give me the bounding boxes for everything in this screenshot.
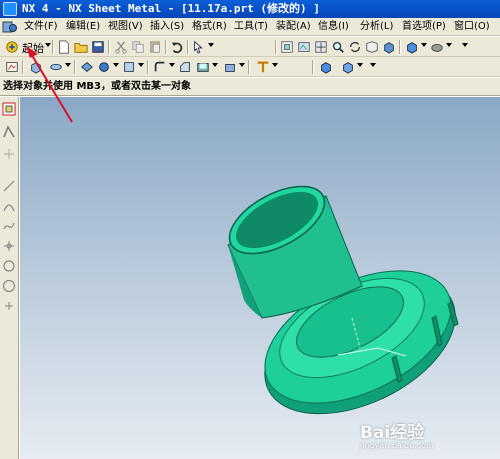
pocket-dropdown-icon[interactable] — [138, 63, 144, 67]
datum-dropdown-icon[interactable] — [272, 63, 278, 67]
orient-view-dropdown-icon[interactable] — [446, 43, 452, 47]
fit-view-icon[interactable] — [279, 39, 295, 55]
perspective-icon[interactable] — [364, 39, 380, 55]
trim-body-icon[interactable] — [222, 59, 238, 75]
trim-body-dropdown-icon[interactable] — [239, 63, 245, 67]
watermark-url: jingyan.baidu.com — [360, 441, 434, 450]
part-navigator-icon[interactable] — [2, 125, 16, 139]
menu-bar: 文件(F) 编辑(E) 视图(V) 插入(S) 格式(R) 工具(T) 装配(A… — [0, 18, 500, 36]
part-doc-icon[interactable] — [2, 20, 18, 34]
zoom-icon[interactable] — [330, 39, 346, 55]
edge-blend-dropdown-icon[interactable] — [169, 63, 175, 67]
circle-tool-icon[interactable] — [2, 259, 16, 273]
menu-view[interactable]: 视图(V) — [106, 18, 145, 35]
zoom-window-icon[interactable] — [296, 39, 312, 55]
feature-toolbar — [0, 57, 500, 77]
subtract-icon[interactable] — [340, 59, 356, 75]
shell-icon[interactable] — [195, 59, 211, 75]
toolbar-options-dropdown-icon[interactable] — [462, 43, 468, 47]
toolbar-options-dropdown-icon[interactable] — [370, 63, 376, 67]
render-style-icon[interactable] — [404, 39, 420, 55]
menu-analysis[interactable]: 分析(L) — [358, 18, 395, 35]
menu-insert[interactable]: 插入(S) — [148, 18, 186, 35]
chamfer-icon[interactable] — [177, 59, 193, 75]
baidu-watermark: Bai经验 jingyan.baidu.com — [360, 418, 440, 450]
edge-blend-icon[interactable] — [152, 59, 168, 75]
select-filter-dropdown-icon[interactable] — [208, 43, 214, 47]
toolbar-separator — [108, 40, 110, 54]
menu-format[interactable]: 格式(R) — [190, 18, 229, 35]
watermark-brand: Bai经验 — [360, 423, 425, 443]
toolbar-separator — [165, 40, 167, 54]
cue-text: 选择对象并使用 MB3，或者双击某一对象 — [3, 81, 192, 92]
toolbar-separator — [74, 60, 76, 74]
rotate-icon[interactable] — [347, 39, 363, 55]
toolbar-separator — [248, 60, 250, 74]
toolbar-separator — [52, 40, 54, 54]
menu-preferences[interactable]: 首选项(P) — [400, 18, 448, 35]
history-icon[interactable] — [2, 147, 16, 161]
standard-toolbar: 起始 — [0, 37, 500, 57]
title-bar: NX 4 - NX Sheet Metal - [11.17a.prt (修改的… — [0, 0, 500, 18]
menu-edit[interactable]: 编辑(E) — [64, 18, 102, 35]
orient-view-icon[interactable] — [429, 39, 445, 55]
add-tool-icon[interactable] — [2, 299, 16, 313]
open-folder-icon[interactable] — [73, 39, 89, 55]
cut-icon[interactable] — [113, 39, 129, 55]
graphics-window[interactable] — [20, 97, 500, 459]
toolbar-separator — [187, 40, 189, 54]
toolbar-separator — [399, 40, 401, 54]
extrude-icon[interactable] — [28, 59, 44, 75]
unite-icon[interactable] — [318, 59, 334, 75]
start-button[interactable]: 起始 — [22, 40, 44, 56]
copy-icon[interactable] — [130, 39, 146, 55]
datum-plane-icon[interactable] — [255, 59, 271, 75]
select-filter-icon[interactable] — [191, 39, 207, 55]
nx-app-icon — [3, 2, 17, 16]
menu-tools[interactable]: 工具(T) — [232, 18, 270, 35]
cue-line: 选择对象并使用 MB3，或者双击某一对象 — [0, 78, 500, 96]
ellipse-tool-icon[interactable] — [2, 279, 16, 293]
new-file-icon[interactable] — [56, 39, 72, 55]
sheet-metal-part-model[interactable] — [20, 97, 500, 459]
boss-icon[interactable] — [96, 59, 112, 75]
menu-assembly[interactable]: 装配(A) — [274, 18, 313, 35]
boolean-dropdown-icon[interactable] — [357, 63, 363, 67]
revolve-icon[interactable] — [48, 59, 64, 75]
toolbar-separator — [312, 60, 314, 74]
menu-window[interactable]: 窗口(O) — [452, 18, 492, 35]
toolbar-separator — [275, 40, 277, 54]
pan-icon[interactable] — [313, 39, 329, 55]
window-title: NX 4 - NX Sheet Metal - [11.17a.prt (修改的… — [22, 2, 320, 15]
arc-tool-icon[interactable] — [2, 199, 16, 213]
save-icon[interactable] — [90, 39, 106, 55]
paste-icon[interactable] — [147, 39, 163, 55]
start-dropdown-icon[interactable] — [45, 43, 51, 47]
render-style-dropdown-icon[interactable] — [421, 43, 427, 47]
revolve-dropdown-icon[interactable] — [65, 63, 71, 67]
resource-bar — [0, 97, 19, 459]
spline-tool-icon[interactable] — [2, 219, 16, 233]
hole-icon[interactable] — [79, 59, 95, 75]
menu-file[interactable]: 文件(F) — [22, 18, 60, 35]
shell-dropdown-icon[interactable] — [212, 63, 218, 67]
boss-dropdown-icon[interactable] — [113, 63, 119, 67]
assembly-navigator-icon[interactable] — [2, 102, 16, 116]
shaded-icon[interactable] — [381, 39, 397, 55]
sketch-icon[interactable] — [4, 59, 20, 75]
toolbar-separator — [22, 60, 24, 74]
line-tool-icon[interactable] — [2, 179, 16, 193]
pocket-icon[interactable] — [121, 59, 137, 75]
point-tool-icon[interactable] — [2, 239, 16, 253]
toolbar-separator — [147, 60, 149, 74]
start-icon[interactable] — [4, 39, 20, 55]
undo-icon[interactable] — [169, 39, 185, 55]
menu-info[interactable]: 信息(I) — [316, 18, 351, 35]
